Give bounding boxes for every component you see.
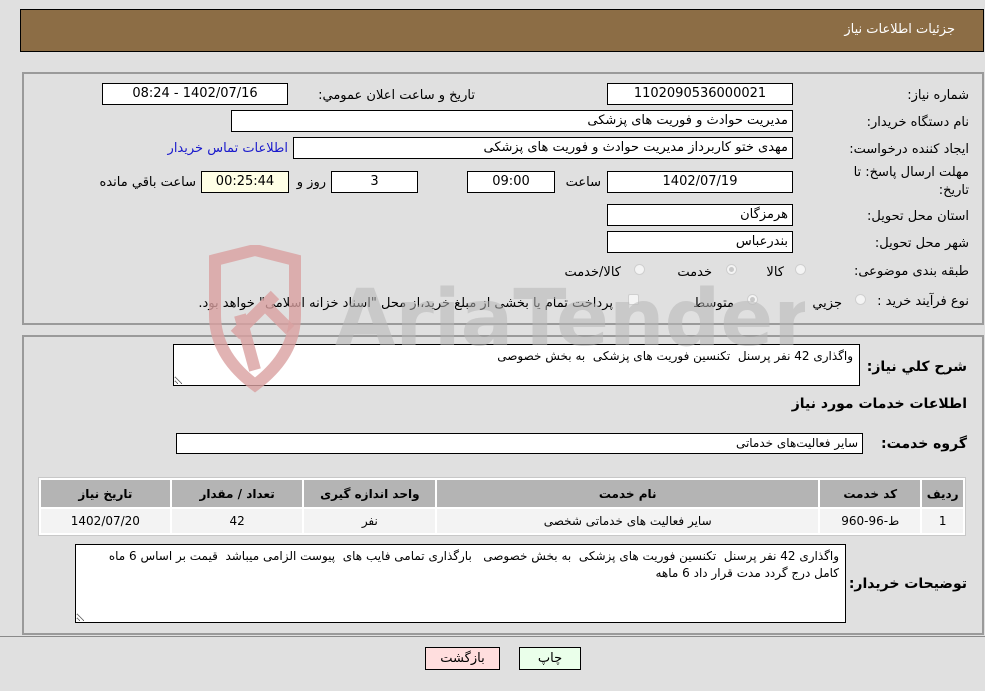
requester-field: مهدی ختو کاربرداز مدیریت حوادث و فوریت ه… — [293, 137, 793, 159]
buyer-notes-label: توضیحات خریدار: — [848, 576, 967, 592]
table-row: 1 ط-96-960 سایر فعالیت های خدماتی شخصی ن… — [41, 509, 963, 533]
remaining-label: ساعت باقي مانده — [99, 175, 196, 190]
services-section-title: اطلاعات خدمات مورد نیاز — [791, 396, 967, 412]
deadline-time-label: ساعت — [565, 175, 601, 190]
announce-datetime-label: تاریخ و ساعت اعلان عمومي: — [318, 88, 475, 103]
col-quantity: تعداد / مقدار — [171, 480, 303, 507]
cell-need-date: 1402/07/20 — [41, 509, 170, 533]
col-row-number: ردیف — [922, 480, 963, 507]
need-number-label: شماره نیاز: — [907, 88, 969, 103]
category-goods-label: کالا — [766, 265, 784, 280]
treasury-bonds-checkbox[interactable] — [628, 294, 639, 305]
category-goods-service-label: کالا/خدمت — [564, 265, 621, 280]
services-table: ردیف کد خدمت نام خدمت واحد اندازه گیری ت… — [38, 477, 966, 536]
buyer-org-field: مدیریت حوادث و فوریت های پزشکی — [231, 110, 793, 132]
buyer-org-label: نام دستگاه خریدار: — [866, 115, 969, 130]
page-title: جزئیات اطلاعات نیاز — [844, 22, 955, 37]
service-group-field: سایر فعالیت‌های خدماتی — [176, 433, 863, 454]
cell-service-name: سایر فعالیت های خدماتی شخصی — [437, 509, 819, 533]
table-header-row: ردیف کد خدمت نام خدمت واحد اندازه گیری ت… — [41, 480, 963, 507]
cell-service-code: ط-96-960 — [820, 509, 921, 533]
cell-row-number: 1 — [922, 509, 963, 533]
remaining-days-field: 3 — [331, 171, 418, 193]
category-goods-service-radio[interactable] — [634, 264, 645, 275]
description-textarea[interactable]: واگذاری 42 نفر پرسنل تکنسین فوریت های پز… — [173, 344, 860, 386]
col-service-code: کد خدمت — [820, 480, 921, 507]
col-need-date: تاریخ نیاز — [41, 480, 170, 507]
purchase-minor-radio[interactable] — [855, 294, 866, 305]
province-field: هرمزگان — [607, 204, 793, 226]
category-label: طبقه بندی موضوعی: — [853, 264, 969, 279]
cell-unit: نفر — [304, 509, 436, 533]
category-goods-radio[interactable] — [795, 264, 806, 275]
description-label: شرح کلي نیاز: — [866, 359, 967, 375]
province-label: استان محل تحویل: — [867, 209, 969, 224]
treasury-bonds-note: پرداخت تمام یا بخشی از مبلغ خرید،از محل … — [198, 296, 613, 311]
col-unit: واحد اندازه گیری — [304, 480, 436, 507]
need-number-field: 1102090536000021 — [607, 83, 793, 105]
deadline-label-line2: تاریخ: — [938, 183, 969, 198]
footer-divider — [0, 636, 985, 637]
purchase-type-label: نوع فرآیند خرید : — [877, 294, 969, 309]
deadline-date-field: 1402/07/19 — [607, 171, 793, 193]
back-button[interactable]: بازگشت — [425, 647, 500, 670]
service-group-label: گروه خدمت: — [881, 436, 967, 452]
buyer-contact-link[interactable]: اطلاعات تماس خریدار — [168, 141, 288, 156]
category-service-radio[interactable] — [726, 264, 737, 275]
print-button[interactable]: چاپ — [519, 647, 581, 670]
announce-datetime-field: 1402/07/16 - 08:24 — [102, 83, 288, 105]
days-label: روز و — [296, 175, 326, 190]
deadline-label-line1: مهلت ارسال پاسخ: تا — [853, 165, 969, 180]
city-field: بندرعباس — [607, 231, 793, 253]
city-label: شهر محل تحویل: — [874, 236, 969, 251]
requester-label: ایجاد کننده درخواست: — [849, 142, 969, 157]
buyer-notes-textarea[interactable]: واگذاری 42 نفر پرسنل تکنسین فوریت های پز… — [75, 544, 846, 623]
purchase-medium-radio[interactable] — [747, 294, 758, 305]
cell-quantity: 42 — [171, 509, 303, 533]
col-service-name: نام خدمت — [437, 480, 819, 507]
deadline-time-field: 09:00 — [467, 171, 555, 193]
category-service-label: خدمت — [677, 265, 712, 280]
remaining-time-field: 00:25:44 — [201, 171, 289, 193]
page-header: جزئیات اطلاعات نیاز — [20, 9, 984, 52]
purchase-minor-label: جزيي — [812, 296, 842, 311]
purchase-medium-label: متوسط — [693, 296, 734, 311]
